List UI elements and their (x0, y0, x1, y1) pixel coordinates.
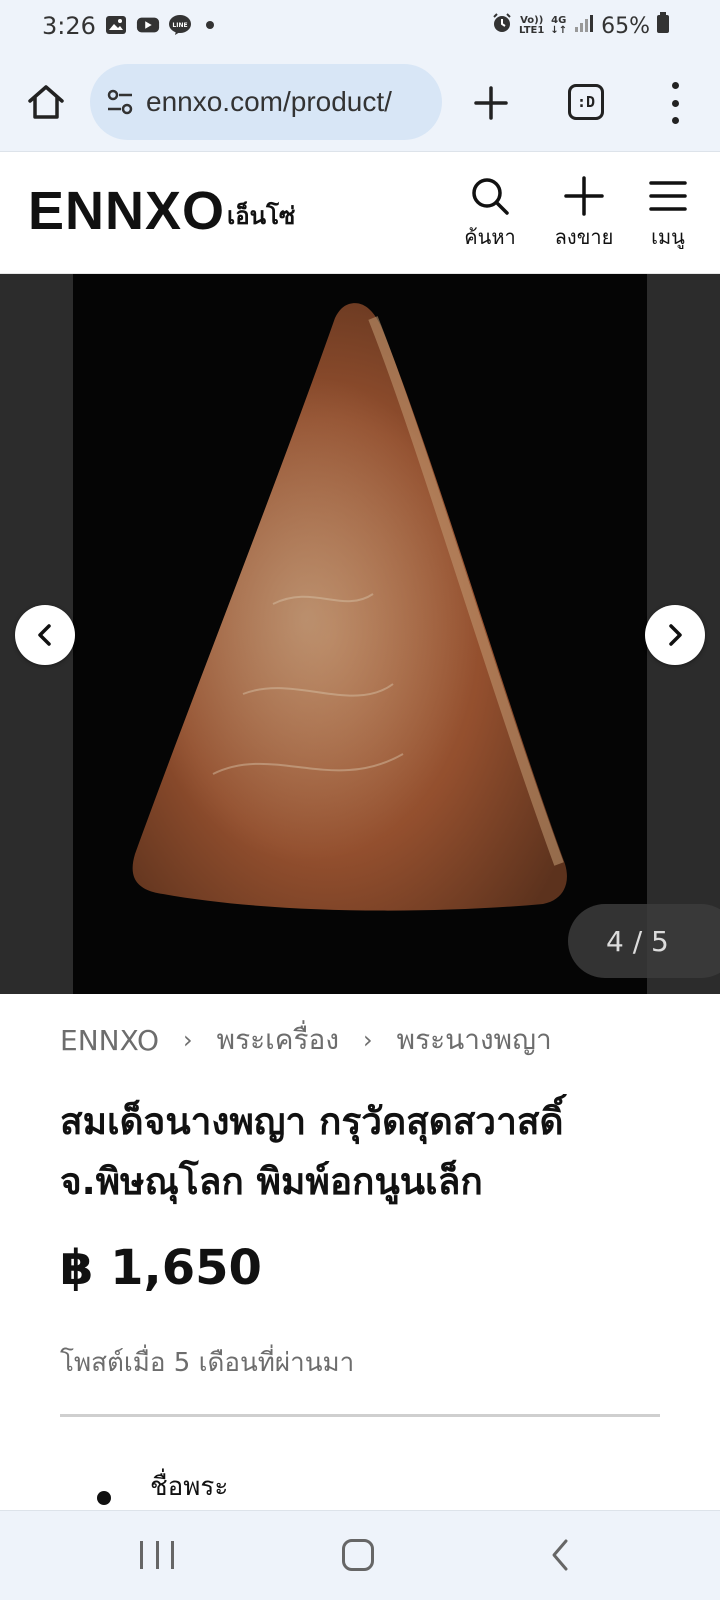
plus-icon (474, 86, 508, 120)
svg-text:LINE: LINE (172, 22, 187, 29)
search-button[interactable]: ค้นหา (450, 175, 530, 253)
sell-label: ลงขาย (554, 225, 614, 249)
spec-label: ชื่อพระ (150, 1472, 229, 1502)
status-bar: 3:26 LINE Vo)) LTE1 4G ↓↑ 65% (0, 0, 720, 56)
chevron-right-icon: › (183, 1026, 193, 1054)
product-photo[interactable] (73, 274, 647, 994)
product-price: ฿ 1,650 (60, 1240, 262, 1296)
back-button[interactable] (548, 1537, 572, 1573)
home-icon (28, 85, 64, 119)
youtube-icon (136, 14, 160, 36)
signal-icon (573, 13, 595, 39)
site-header: ENNXO เอ็นโซ่ ค้นหา ลงขาย เมนู (0, 153, 720, 274)
status-time: 3:26 (42, 12, 96, 40)
more-notifications-dot (206, 21, 214, 29)
home-button[interactable] (24, 80, 68, 124)
next-image-button[interactable] (645, 605, 705, 665)
volte-bottom-text: LTE1 (519, 25, 545, 36)
system-home-button[interactable] (342, 1539, 374, 1571)
amulet-image (132, 303, 567, 911)
breadcrumb-item-category[interactable]: พระเครื่อง (217, 1018, 339, 1062)
4g-icon: 4G ↓↑ (550, 15, 568, 36)
logo-text: ENNXO (28, 181, 226, 241)
product-title-line1: สมเด็จนางพญา กรุวัดสุดสวาสดิ์ (60, 1100, 564, 1143)
more-dot (671, 99, 679, 107)
product-title: สมเด็จนางพญา กรุวัดสุดสวาสดิ์ จ.พิษณุโลก… (60, 1092, 680, 1212)
address-bar[interactable]: ennxo.com/product/ (90, 64, 442, 140)
recent-apps-button[interactable] (140, 1541, 174, 1569)
sell-button[interactable]: ลงขาย (544, 175, 624, 253)
battery-icon (656, 12, 670, 40)
plus-icon (564, 176, 604, 216)
battery-percentage: 65% (601, 13, 650, 39)
breadcrumb-item-subcategory[interactable]: พระนางพญา (397, 1018, 552, 1062)
recents-bar (140, 1541, 143, 1569)
notification-icons: LINE (104, 14, 214, 36)
product-title-line2: จ.พิษณุโลก พิมพ์อกนูนเล็ก (60, 1160, 483, 1203)
more-dot (671, 117, 679, 124)
search-label: ค้นหา (464, 225, 516, 249)
hamburger-menu-icon (649, 181, 687, 211)
search-icon (472, 178, 509, 215)
new-tab-button[interactable] (470, 82, 512, 124)
previous-image-button[interactable] (15, 605, 75, 665)
section-divider (60, 1414, 660, 1417)
url-text[interactable]: ennxo.com/product/ (146, 86, 426, 118)
menu-button[interactable]: เมนู (628, 175, 708, 253)
breadcrumb: ENNXO › พระเครื่อง › พระนางพญา (60, 1018, 552, 1062)
spec-bullet (97, 1491, 111, 1505)
chevron-right-icon (669, 624, 682, 646)
posted-time: โพสต์เมื่อ 5 เดือนที่ผ่านมา (60, 1348, 355, 1378)
gallery-icon (104, 14, 128, 36)
logo-thai-text: เอ็นโซ่ (227, 202, 296, 230)
system-status: Vo)) LTE1 4G ↓↑ 65% (491, 12, 670, 40)
site-logo[interactable]: ENNXO เอ็นโซ่ (28, 183, 295, 239)
chevron-left-icon (38, 624, 51, 646)
menu-label: เมนู (651, 225, 685, 249)
alarm-icon (491, 12, 513, 40)
recents-bar (155, 1541, 159, 1569)
product-image-carousel[interactable]: 4 / 5 (0, 274, 720, 994)
recents-bar (171, 1541, 174, 1569)
site-settings-icon[interactable] (104, 86, 136, 118)
chevron-right-icon: › (363, 1026, 373, 1054)
line-icon: LINE (168, 14, 192, 36)
more-dot (671, 82, 679, 89)
volte-icon: Vo)) LTE1 (519, 16, 544, 36)
breadcrumb-item-home[interactable]: ENNXO (60, 1024, 159, 1057)
tab-switcher-button[interactable]: :D (568, 84, 604, 120)
browser-toolbar: ennxo.com/product/ :D (0, 56, 720, 152)
system-navigation-bar (0, 1510, 720, 1600)
image-counter: 4 / 5 (568, 904, 720, 978)
more-options-button[interactable] (660, 82, 690, 124)
